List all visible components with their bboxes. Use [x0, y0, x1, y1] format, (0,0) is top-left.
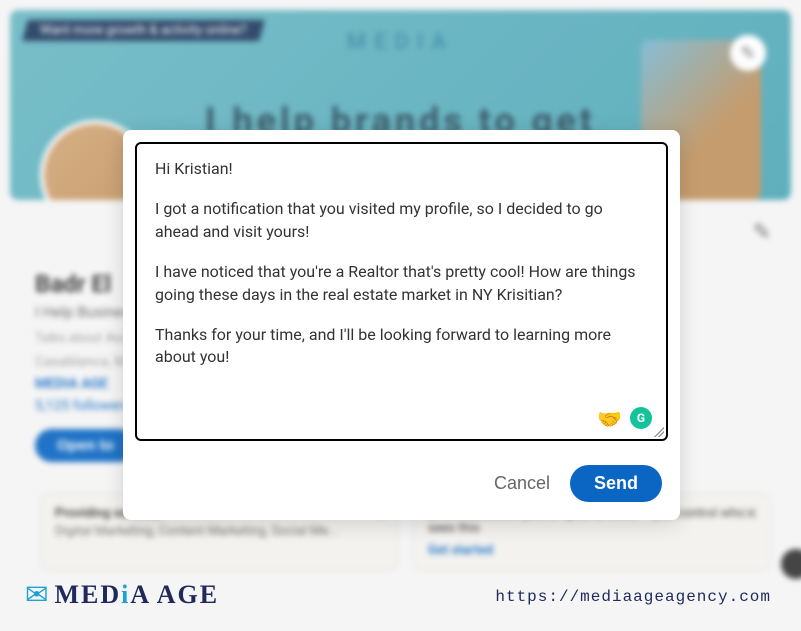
handshake-emoji-icon: 🤝 — [597, 407, 622, 431]
resize-handle-icon[interactable] — [654, 427, 664, 437]
modal-footer: Cancel Send — [123, 453, 680, 520]
envelope-icon: ✉ — [25, 578, 48, 611]
grammarly-icon[interactable] — [630, 407, 652, 429]
send-button[interactable]: Send — [570, 465, 662, 502]
edit-cover-button[interactable] — [730, 35, 766, 71]
watermark-url: https://mediaageagency.com — [495, 588, 771, 606]
message-line: Thanks for your time, and I'll be lookin… — [155, 324, 648, 369]
edit-intro-button[interactable]: ✎ — [753, 220, 771, 245]
cancel-button[interactable]: Cancel — [494, 473, 550, 494]
card-desc: Digital Marketing, Content Marketing, So… — [55, 524, 383, 539]
message-line: I got a notification that you visited my… — [155, 198, 648, 243]
watermark-brand-text: MEDiA AGE — [54, 580, 219, 610]
message-textarea[interactable]: Hi Kristian! I got a notification that y… — [135, 142, 668, 441]
message-line: Hi Kristian! — [155, 158, 648, 180]
get-started-link[interactable]: Get started — [428, 543, 493, 558]
dismiss-card-icon[interactable]: ✕ — [745, 504, 758, 523]
message-modal: Hi Kristian! I got a notification that y… — [123, 130, 680, 520]
banner-ribbon: Want more growth & activity online? — [22, 20, 264, 41]
scroll-indicator[interactable] — [781, 549, 801, 579]
message-line: I have noticed that you're a Realtor tha… — [155, 261, 648, 306]
watermark-brand: ✉ MEDiA AGE — [25, 578, 219, 611]
banner-logo: MEDIA — [347, 30, 454, 55]
open-to-button[interactable]: Open to — [35, 429, 136, 462]
